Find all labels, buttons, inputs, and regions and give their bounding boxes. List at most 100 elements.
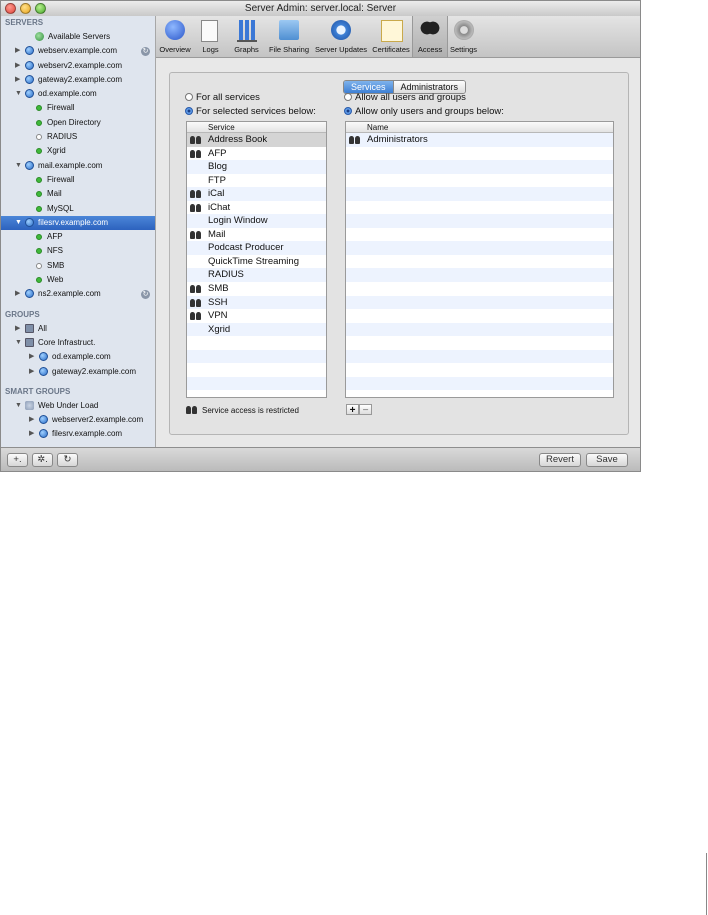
toolbar-server-updates[interactable]: Server Updates [312, 16, 370, 57]
user-group-name: Administrators [367, 134, 428, 145]
service-row[interactable]: iCal [187, 187, 326, 201]
service-name: RADIUS [208, 269, 244, 281]
server-icon [25, 160, 34, 170]
service-name: Mail [208, 228, 226, 240]
server-item[interactable]: ▼ mail.example.com [1, 159, 155, 173]
server-item[interactable]: SMB [1, 259, 155, 273]
radio-button-selected[interactable] [185, 107, 193, 115]
toolbar-graphs[interactable]: Graphs [227, 16, 266, 57]
service-row[interactable]: AFP [187, 147, 326, 161]
disclosure-open-icon[interactable]: ▼ [15, 216, 22, 230]
server-item[interactable]: ▶ webserv2.example.com [1, 59, 155, 73]
name-column-header[interactable]: Name [346, 122, 613, 133]
radio-button[interactable] [344, 93, 352, 101]
server-item[interactable]: Web [1, 273, 155, 287]
users-groups-table[interactable]: Name Administrators [345, 121, 614, 398]
service-row[interactable]: SSH [187, 295, 326, 310]
group-item[interactable]: ▼ Core Infrastruct. [1, 336, 155, 350]
group-item[interactable]: ▶ All [1, 322, 155, 336]
action-menu-button[interactable]: ✲. [32, 453, 53, 467]
service-row[interactable]: SMB [187, 282, 326, 296]
toolbar-settings[interactable]: Settings [446, 16, 481, 57]
refresh-button[interactable]: ↻ [57, 453, 78, 467]
service-column-header[interactable]: Service [187, 122, 326, 133]
toolbar-logs[interactable]: Logs [194, 16, 227, 57]
disclosure-open-icon[interactable]: ▼ [15, 336, 22, 350]
server-icon [25, 217, 34, 227]
radio-button[interactable] [185, 93, 193, 101]
toolbar-overview[interactable]: Overview [156, 16, 194, 57]
all-services-radio[interactable]: For all services [185, 92, 260, 103]
disclosure-closed-icon[interactable]: ▶ [15, 44, 20, 58]
server-item[interactable]: ▶ webserv.example.com ↻ [1, 44, 155, 58]
server-item[interactable]: ▼ filesrv.example.com [1, 215, 155, 231]
service-row[interactable]: Address Book [187, 133, 326, 147]
service-name: Podcast Producer [208, 242, 284, 254]
remove-user-button[interactable]: − [359, 404, 372, 416]
add-user-button[interactable]: + [346, 404, 359, 416]
smart-group-item[interactable]: ▼ Web Under Load [1, 399, 155, 413]
disclosure-closed-icon[interactable]: ▶ [15, 322, 20, 336]
service-row[interactable]: Mail [187, 228, 326, 242]
server-item[interactable]: Mail [1, 187, 155, 201]
server-item[interactable]: Firewall [1, 101, 155, 115]
service-row[interactable]: Login Window [187, 214, 326, 228]
server-item[interactable]: Xgrid [1, 144, 155, 158]
server-label: ns2.example.com [38, 289, 101, 299]
revert-button[interactable]: Revert [539, 453, 581, 467]
service-row[interactable]: RADIUS [187, 268, 326, 283]
close-button[interactable] [5, 3, 16, 14]
empty-row [346, 282, 613, 296]
minimize-button[interactable] [20, 3, 31, 14]
server-item[interactable]: Open Directory [1, 116, 155, 130]
service-row[interactable]: Podcast Producer [187, 241, 326, 255]
service-row[interactable]: FTP [187, 174, 326, 188]
empty-row [346, 322, 613, 337]
disclosure-open-icon[interactable]: ▼ [15, 87, 22, 101]
service-row[interactable]: iChat [187, 201, 326, 215]
disclosure-closed-icon[interactable]: ▶ [29, 365, 34, 379]
user-group-row[interactable]: Administrators [346, 133, 613, 147]
disclosure-closed-icon[interactable]: ▶ [15, 73, 20, 87]
radio-button-selected[interactable] [344, 107, 352, 115]
server-item[interactable]: AFP [1, 230, 155, 244]
save-button[interactable]: Save [586, 453, 628, 467]
server-item[interactable]: NFS [1, 244, 155, 258]
allow-all-radio[interactable]: Allow all users and groups [344, 92, 466, 103]
services-table[interactable]: Service Address Book AFP Blog FTP iCal iChat L… [186, 121, 327, 398]
server-item[interactable]: RADIUS [1, 130, 155, 144]
service-row[interactable]: Blog [187, 160, 326, 174]
group-item[interactable]: ▶ od.example.com [1, 350, 155, 364]
disclosure-closed-icon[interactable]: ▶ [15, 59, 20, 73]
service-row[interactable]: VPN [187, 309, 326, 323]
group-icon [349, 136, 361, 144]
server-item[interactable]: Available Servers [1, 30, 155, 44]
toolbar-label: File Sharing [268, 45, 310, 54]
toolbar-certificates[interactable]: Certificates [370, 16, 412, 57]
disclosure-open-icon[interactable]: ▼ [15, 399, 22, 413]
toolbar-access[interactable]: Access [412, 16, 448, 57]
server-item[interactable]: MySQL [1, 202, 155, 216]
selected-services-radio[interactable]: For selected services below: [185, 106, 316, 117]
service-row[interactable]: QuickTime Streaming [187, 255, 326, 269]
allow-only-radio[interactable]: Allow only users and groups below: [344, 106, 504, 117]
group-item[interactable]: ▶ gateway2.example.com [1, 365, 155, 379]
service-name: Xgrid [208, 323, 231, 335]
server-item[interactable]: Firewall [1, 173, 155, 187]
disclosure-closed-icon[interactable]: ▶ [29, 350, 34, 364]
toolbar-file-sharing[interactable]: File Sharing [266, 16, 312, 57]
disclosure-closed-icon[interactable]: ▶ [29, 413, 34, 427]
server-item[interactable]: ▶ gateway2.example.com [1, 73, 155, 87]
group-icon [190, 190, 202, 199]
disclosure-closed-icon[interactable]: ▶ [29, 427, 34, 441]
zoom-button[interactable] [35, 3, 46, 14]
selected-services-label: For selected services below: [196, 106, 316, 117]
disclosure-open-icon[interactable]: ▼ [15, 159, 22, 173]
smart-group-item[interactable]: ▶ filesrv.example.com [1, 427, 155, 441]
disclosure-closed-icon[interactable]: ▶ [15, 287, 20, 301]
smart-group-item[interactable]: ▶ webserver2.example.com [1, 413, 155, 427]
service-row[interactable]: Xgrid [187, 322, 326, 337]
server-item[interactable]: ▼ od.example.com [1, 87, 155, 101]
server-item[interactable]: ▶ ns2.example.com ↻ [1, 287, 155, 301]
add-server-button[interactable]: +. [7, 453, 28, 467]
